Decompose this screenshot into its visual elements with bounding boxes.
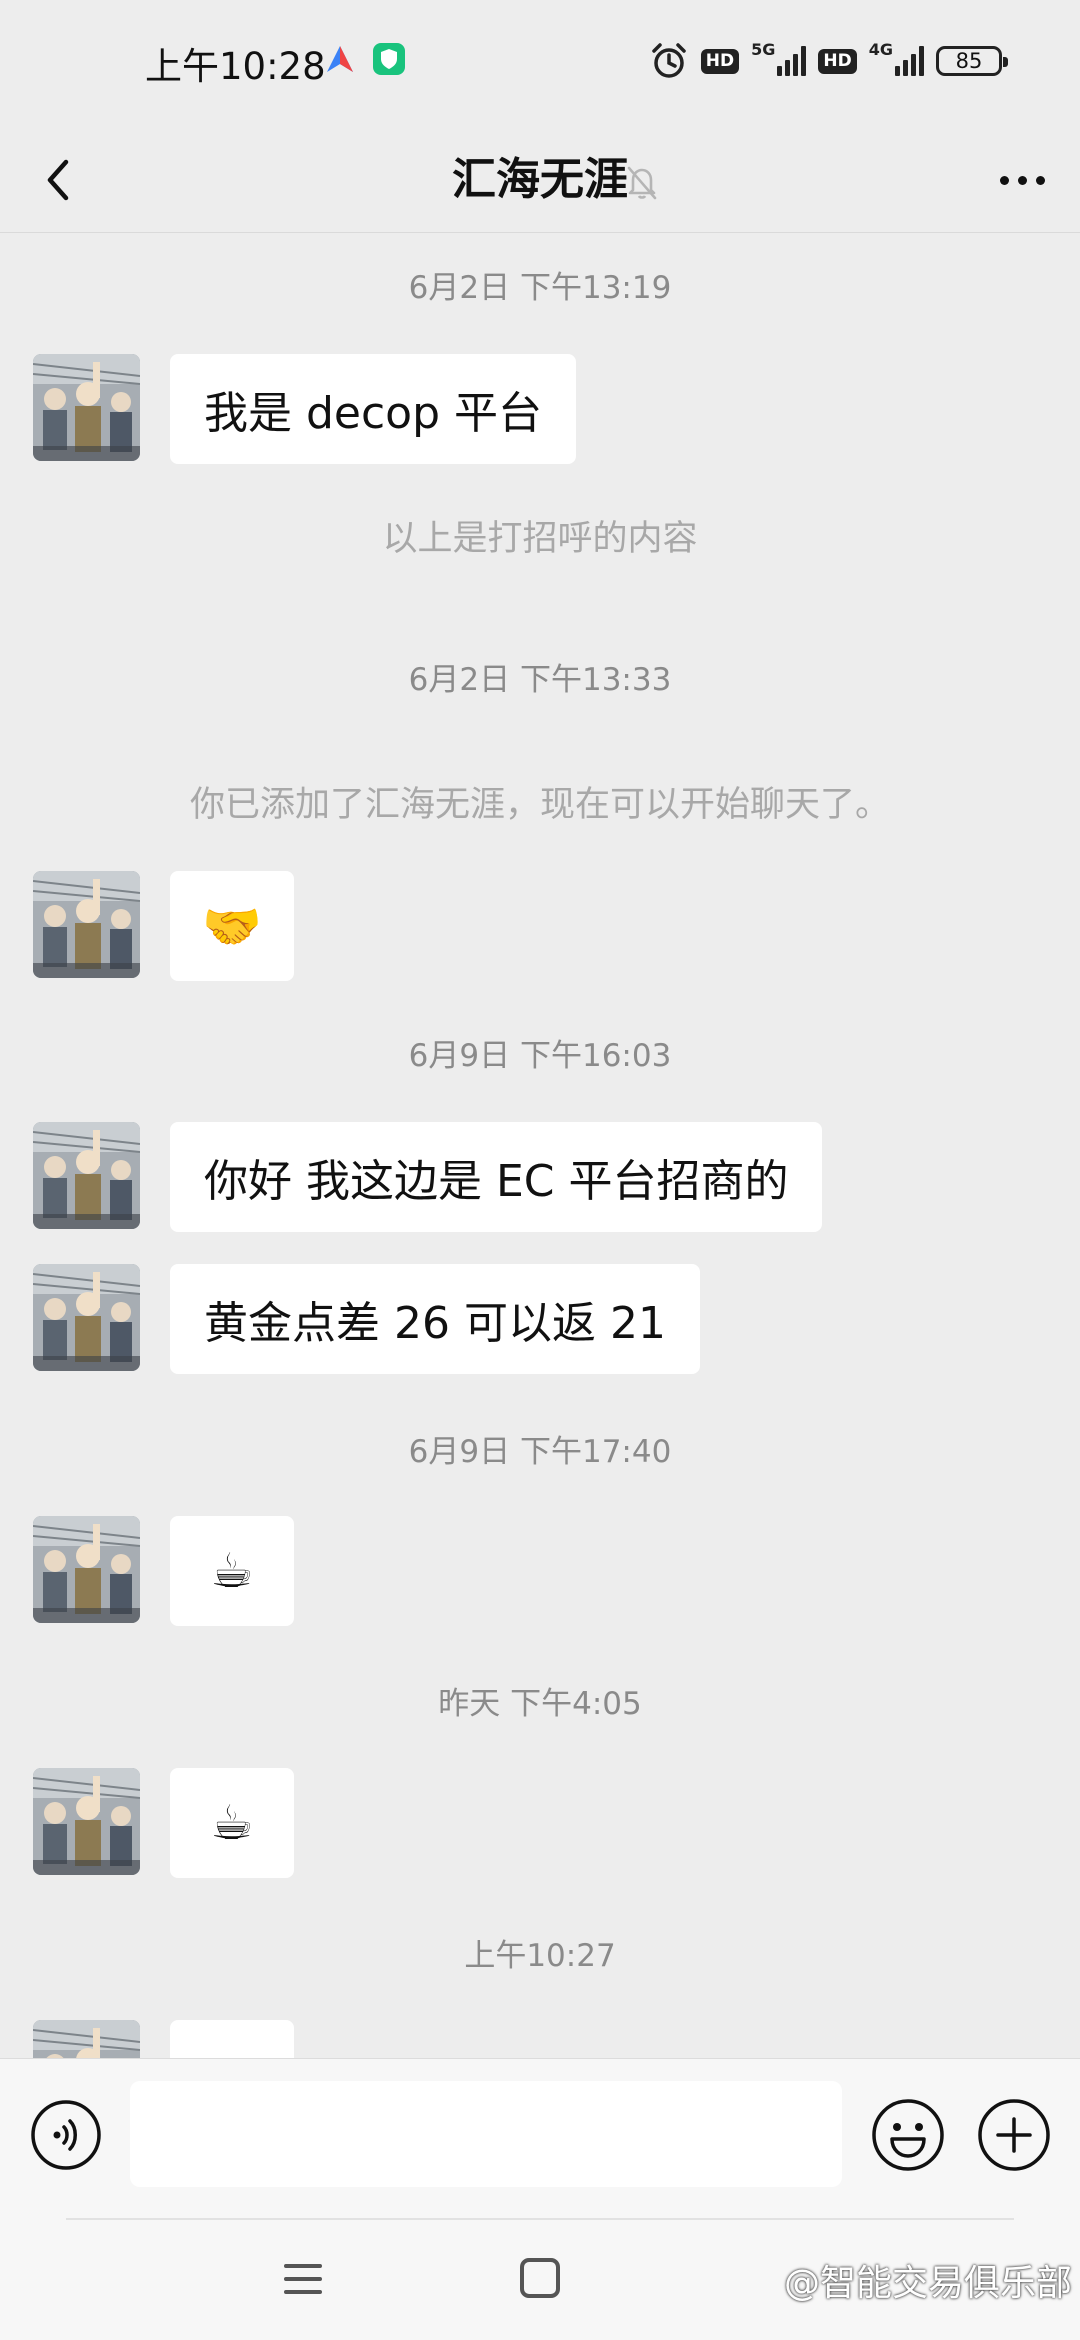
system-navigation: @智能交易俱乐部 (0, 2218, 1080, 2340)
signal-icon (777, 46, 807, 76)
message-list[interactable]: 6月2日 下午13:19 我是 decop 平台 以上是打招呼的内容 6月2日 … (0, 232, 1080, 2058)
chat-header: 汇海无涯 (0, 128, 1080, 233)
voice-icon[interactable] (30, 2099, 102, 2171)
avatar[interactable] (33, 1122, 140, 1229)
avatar[interactable] (33, 1264, 140, 1371)
plus-icon[interactable] (976, 2097, 1052, 2173)
message-bubble[interactable]: 你好 我这边是 EC 平台招商的 (170, 1122, 823, 1232)
avatar-image (33, 1768, 140, 1875)
message-bubble-emoji[interactable]: ☕ (170, 1768, 294, 1878)
dot (999, 175, 1009, 185)
avatar[interactable] (33, 354, 140, 461)
avatar-image (33, 1122, 140, 1229)
watermark: @智能交易俱乐部 (783, 2263, 1072, 2304)
timestamp: 上午10:27 (464, 1938, 616, 1974)
system-note: 以上是打招呼的内容 (382, 519, 698, 559)
avatar-image (33, 2020, 140, 2058)
dot (1035, 175, 1045, 185)
status-bar: 上午10:28 HD 5G HD 4G 85 (0, 0, 1080, 128)
dot (1017, 175, 1027, 185)
emoji-face-icon[interactable] (870, 2097, 946, 2173)
input-bar (0, 2058, 1080, 2219)
avatar[interactable] (33, 1768, 140, 1875)
network-label-5g: 5G (751, 39, 776, 59)
security-app-icon (373, 43, 405, 75)
timestamp: 昨天 下午4:05 (438, 1686, 642, 1722)
signal-icon-2 (895, 46, 924, 76)
menu-icon[interactable] (282, 2258, 324, 2300)
avatar-image (33, 1264, 140, 1371)
mute-bell-icon (627, 166, 657, 200)
timestamp: 6月9日 下午17:40 (408, 1434, 672, 1470)
message-bubble-emoji[interactable]: ☕ (170, 1516, 294, 1626)
more-dots-icon[interactable] (990, 148, 1054, 212)
message-bubble-emoji[interactable] (170, 2020, 294, 2058)
hd-badge-2: HD (818, 48, 857, 74)
message-bubble-emoji[interactable]: 🤝 (170, 871, 294, 981)
divider (66, 2218, 1014, 2220)
message-bubble[interactable]: 黄金点差 26 可以返 21 (170, 1264, 700, 1374)
alarm-icon (652, 43, 686, 78)
avatar-image (33, 1516, 140, 1623)
system-note: 你已添加了汇海无涯，现在可以开始聊天了。 (189, 785, 890, 825)
hd-badge-1: HD (700, 48, 740, 74)
message-bubble[interactable]: 我是 decop 平台 (170, 354, 577, 464)
back-arrow-icon[interactable] (28, 148, 92, 212)
network-label-4g: 4G (868, 39, 893, 59)
battery-level: 85 (955, 49, 983, 73)
message-input[interactable] (130, 2081, 842, 2187)
chat-title: 汇海无涯 (452, 154, 628, 205)
navigation-app-icon (327, 46, 353, 72)
battery-icon: 85 (936, 46, 1008, 76)
home-icon[interactable] (520, 2258, 560, 2298)
avatar[interactable] (33, 871, 140, 978)
avatar[interactable] (33, 2020, 140, 2058)
avatar[interactable] (33, 1516, 140, 1623)
timestamp: 6月2日 下午13:19 (408, 270, 672, 306)
status-indicators: HD 5G HD 4G 85 (649, 36, 1008, 86)
avatar-image (33, 354, 140, 461)
avatar-image (33, 871, 140, 978)
status-time: 上午10:28 (145, 45, 326, 88)
timestamp: 6月2日 下午13:33 (408, 662, 672, 698)
timestamp: 6月9日 下午16:03 (408, 1038, 672, 1074)
